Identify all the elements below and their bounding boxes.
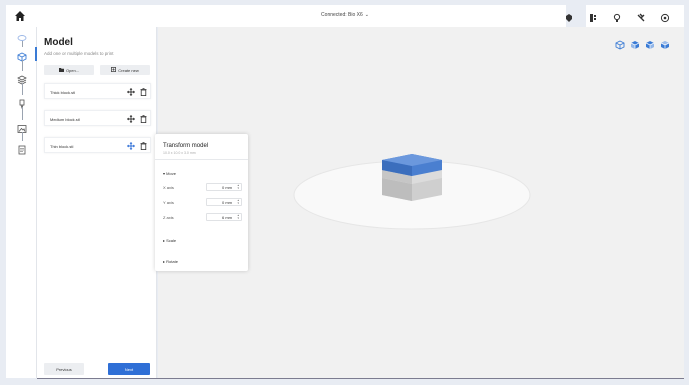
move-section-label: Move bbox=[166, 171, 176, 176]
globe-icon[interactable] bbox=[17, 30, 27, 41]
z-axis-input[interactable]: 6 mm ▴ ▾ bbox=[206, 213, 242, 221]
stepper-icon[interactable]: ▴ ▾ bbox=[237, 214, 239, 220]
tools-icon[interactable] bbox=[588, 10, 598, 22]
layers-icon[interactable] bbox=[17, 72, 27, 85]
document-icon[interactable] bbox=[17, 142, 27, 155]
move-section-toggle[interactable]: ▾ Move bbox=[163, 171, 176, 176]
panel-subtitle: Add one or multiple models to print bbox=[44, 51, 114, 56]
step-rail bbox=[6, 27, 37, 378]
create-icon bbox=[111, 67, 117, 73]
bottom-border bbox=[37, 378, 684, 379]
model-panel: Model Add one or multiple models to prin… bbox=[37, 27, 157, 378]
previous-button-label: Previous bbox=[56, 366, 72, 372]
panel-title: Model bbox=[44, 37, 73, 48]
rotate-section-label: Rotate bbox=[166, 259, 178, 264]
z-axis-label: Z axis bbox=[163, 215, 174, 220]
stepper-icon[interactable]: ▴ ▾ bbox=[237, 199, 239, 205]
x-axis-label: X axis bbox=[163, 185, 174, 190]
caret-right-icon: ▸ bbox=[163, 238, 166, 243]
y-axis-value: 0 mm bbox=[222, 200, 232, 205]
model-row-thin[interactable]: Thin block.stl bbox=[44, 137, 151, 153]
x-axis-input[interactable]: 0 mm ▴ ▾ bbox=[206, 183, 242, 191]
divider bbox=[155, 159, 248, 160]
open-button-label: Open... bbox=[65, 67, 80, 73]
previous-button[interactable]: Previous bbox=[44, 363, 84, 375]
model-row-thick[interactable]: Thick block.stl bbox=[44, 83, 151, 99]
z-axis-value: 6 mm bbox=[222, 215, 232, 220]
create-new-button[interactable]: Create new bbox=[100, 65, 150, 75]
scale-section-label: Scale bbox=[166, 238, 177, 243]
next-button[interactable]: Next bbox=[108, 363, 150, 375]
transform-model-popover: Transform model 10.0 x 10.0 x 3.0 mm ▾ M… bbox=[155, 134, 248, 271]
image-icon[interactable] bbox=[17, 121, 27, 133]
x-axis-value: 0 mm bbox=[222, 185, 232, 190]
y-axis-label: Y axis bbox=[163, 200, 174, 205]
model-name: Medium block.stl bbox=[50, 117, 80, 122]
y-axis-input[interactable]: 0 mm ▴ ▾ bbox=[206, 198, 242, 206]
model-row-medium[interactable]: Medium block.stl bbox=[44, 110, 151, 126]
plugins-icon[interactable] bbox=[636, 10, 646, 22]
model-name: Thin block.stl bbox=[50, 144, 74, 149]
chevron-down-icon: ⌄ bbox=[364, 12, 369, 18]
trash-icon[interactable] bbox=[140, 142, 147, 150]
scale-section-toggle[interactable]: ▸ Scale bbox=[163, 238, 176, 243]
lightbulb-icon[interactable] bbox=[612, 10, 622, 22]
rotate-section-toggle[interactable]: ▸ Rotate bbox=[163, 259, 178, 264]
stepper-icon[interactable]: ▴ ▾ bbox=[237, 184, 239, 190]
move-icon[interactable] bbox=[127, 142, 135, 150]
transform-title: Transform model bbox=[163, 143, 209, 149]
caret-right-icon: ▸ bbox=[163, 259, 166, 264]
printer-icon[interactable] bbox=[564, 10, 574, 22]
extruder-icon[interactable] bbox=[17, 96, 27, 110]
move-icon[interactable] bbox=[127, 115, 135, 123]
create-button-label: Create new bbox=[118, 67, 139, 73]
model-name: Thick block.stl bbox=[50, 90, 76, 95]
printer-name-label: Connected: Bio X6 bbox=[321, 12, 363, 18]
trash-icon[interactable] bbox=[140, 88, 147, 96]
model-icon[interactable] bbox=[17, 49, 27, 62]
top-bar: Connected: Bio X6 ⌄ bbox=[6, 5, 684, 27]
transform-dimensions: 10.0 x 10.0 x 3.0 mm bbox=[163, 151, 196, 155]
move-icon[interactable] bbox=[127, 88, 135, 96]
settings-icon[interactable] bbox=[660, 10, 670, 23]
folder-icon bbox=[58, 67, 64, 73]
next-button-label: Next bbox=[124, 366, 134, 372]
trash-icon[interactable] bbox=[140, 115, 147, 123]
open-button[interactable]: Open... bbox=[44, 65, 94, 75]
caret-down-icon: ▾ bbox=[163, 171, 166, 176]
